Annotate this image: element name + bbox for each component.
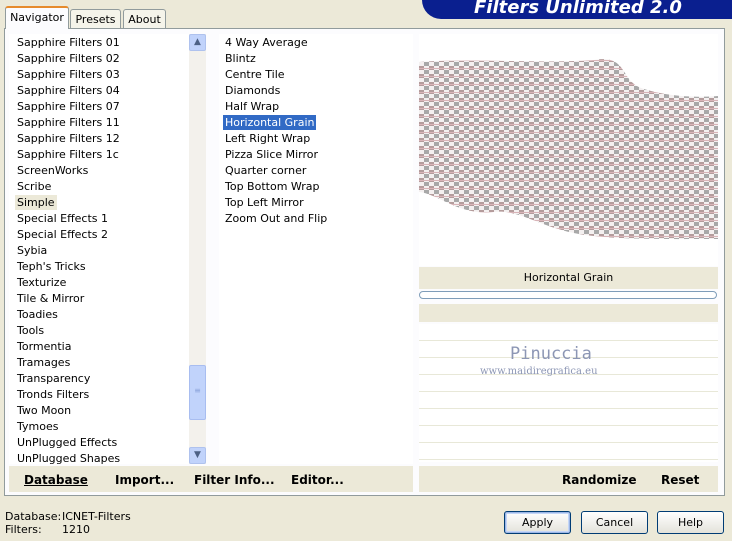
parameter-row-divider — [419, 459, 718, 460]
category-scrollbar[interactable]: ▲ ≡ ▼ — [189, 34, 206, 464]
filter-item[interactable]: Top Bottom Wrap — [223, 179, 322, 194]
header-banner: Filters Unlimited 2.0 — [422, 0, 732, 19]
preview-thumbnail — [419, 34, 718, 266]
category-item[interactable]: Special Effects 1 — [15, 211, 110, 226]
right-button-bar: Randomize Reset — [419, 466, 718, 492]
tab-presets[interactable]: Presets — [70, 9, 121, 28]
category-item[interactable]: Transparency — [15, 371, 92, 386]
filters-count-value: 1210 — [62, 523, 90, 536]
category-item[interactable]: Sapphire Filters 12 — [15, 131, 122, 146]
category-item[interactable]: Tramages — [15, 355, 72, 370]
scroll-up-button[interactable]: ▲ — [189, 34, 206, 51]
database-button-label: Database — [24, 473, 88, 487]
filter-item[interactable]: Half Wrap — [223, 99, 281, 114]
category-item[interactable]: Sybia — [15, 243, 49, 258]
category-item[interactable]: Sapphire Filters 01 — [15, 35, 122, 50]
category-item[interactable]: Special Effects 2 — [15, 227, 110, 242]
import-button[interactable]: Import... — [115, 473, 174, 487]
database-value: ICNET-Filters — [62, 510, 131, 523]
category-item[interactable]: UnPlugged Effects — [15, 435, 119, 450]
filter-item[interactable]: Pizza Slice Mirror — [223, 147, 320, 162]
filter-item[interactable]: 4 Way Average — [223, 35, 310, 50]
left-button-bar: Database Import... Filter Info... Editor… — [9, 466, 413, 492]
category-item[interactable]: Two Moon — [15, 403, 73, 418]
category-item[interactable]: Simple — [15, 195, 57, 210]
category-item[interactable]: Texturize — [15, 275, 68, 290]
filter-info-button[interactable]: Filter Info... — [194, 473, 275, 487]
parameter-row-divider — [419, 340, 718, 341]
category-item[interactable]: Tymoes — [15, 419, 60, 434]
category-item[interactable]: Tronds Filters — [15, 387, 91, 402]
database-button[interactable]: Database — [24, 473, 88, 487]
watermark-url: www.maidiregrafica.eu — [480, 366, 598, 377]
filters-count-label: Filters: — [5, 523, 42, 536]
filter-item[interactable]: Quarter corner — [223, 163, 308, 178]
filter-item[interactable]: Blintz — [223, 51, 258, 66]
app-title: Filters Unlimited 2.0 — [474, 0, 682, 18]
category-item[interactable]: Sapphire Filters 1c — [15, 147, 121, 162]
preview-image — [419, 34, 718, 266]
category-item[interactable]: Tools — [15, 323, 46, 338]
randomize-button[interactable]: Randomize — [562, 473, 636, 487]
filter-item[interactable]: Diamonds — [223, 83, 282, 98]
category-item[interactable]: Sapphire Filters 11 — [15, 115, 122, 130]
scroll-down-button[interactable]: ▼ — [189, 447, 206, 464]
filter-item[interactable]: Horizontal Grain — [221, 114, 318, 131]
category-item[interactable]: UnPlugged Shapes — [15, 451, 122, 466]
parameter-row-divider — [419, 442, 718, 443]
parameter-row-divider — [419, 391, 718, 392]
preview-caption: Horizontal Grain — [419, 267, 718, 289]
filter-item[interactable]: Zoom Out and Flip — [223, 211, 329, 226]
parameter-slider[interactable] — [419, 291, 717, 299]
category-item[interactable]: ScreenWorks — [15, 163, 90, 178]
parameter-row-divider — [419, 408, 718, 409]
filter-list[interactable]: 4 Way Average Blintz Centre Tile Diamonds Ha… — [219, 34, 413, 464]
category-list[interactable]: Sapphire Filters 01 Sapphire Filters 02 Sa… — [9, 34, 189, 466]
parameter-header — [419, 304, 718, 322]
tab-about[interactable]: About — [123, 9, 166, 28]
category-item[interactable]: Toadies — [15, 307, 60, 322]
watermark-name: Pinuccia — [510, 344, 592, 364]
category-item[interactable]: Tormentia — [15, 339, 73, 354]
category-item[interactable]: Sapphire Filters 04 — [15, 83, 122, 98]
category-item[interactable]: Scribe — [15, 179, 53, 194]
database-label: Database: — [5, 510, 62, 523]
filter-item[interactable]: Left Right Wrap — [223, 131, 312, 146]
scroll-thumb[interactable]: ≡ — [189, 365, 206, 420]
reset-button[interactable]: Reset — [661, 473, 699, 487]
apply-button[interactable]: Apply — [504, 511, 571, 534]
help-button[interactable]: Help — [657, 511, 724, 534]
filter-item[interactable]: Centre Tile — [223, 67, 287, 82]
category-item[interactable]: Tile & Mirror — [15, 291, 86, 306]
filter-item[interactable]: Top Left Mirror — [223, 195, 306, 210]
category-item[interactable]: Sapphire Filters 03 — [15, 67, 122, 82]
tab-navigator[interactable]: Navigator — [5, 6, 69, 29]
editor-button[interactable]: Editor... — [291, 473, 344, 487]
category-item[interactable]: Teph's Tricks — [15, 259, 88, 274]
category-item[interactable]: Sapphire Filters 02 — [15, 51, 122, 66]
category-item[interactable]: Sapphire Filters 07 — [15, 99, 122, 114]
cancel-button[interactable]: Cancel — [581, 511, 648, 534]
parameter-row-divider — [419, 425, 718, 426]
